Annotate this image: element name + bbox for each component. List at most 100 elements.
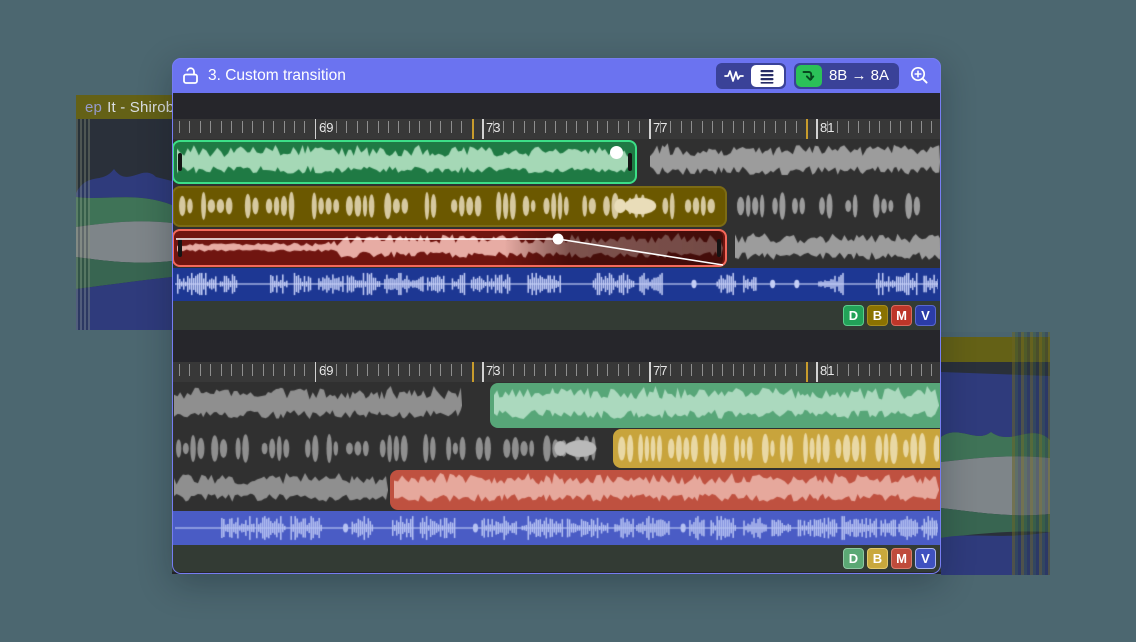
- ruler-tick: [566, 121, 567, 133]
- waveform: [177, 144, 632, 180]
- ruler-tick: [378, 364, 379, 376]
- ruler-tick: [911, 121, 912, 133]
- ruler-tick: [304, 364, 305, 376]
- stem-badge-drums[interactable]: D: [843, 305, 864, 326]
- ruler-tick: [785, 121, 786, 133]
- ruler-tick: [263, 121, 264, 133]
- ruler-tick: [576, 364, 577, 376]
- trim-handle-left[interactable]: [178, 153, 182, 171]
- stem-badge-melody[interactable]: M: [891, 548, 912, 569]
- ruler-tick: [931, 364, 932, 376]
- ruler-tick: [461, 121, 462, 133]
- ruler-tick: [200, 364, 201, 376]
- ruler-tick: [273, 121, 274, 133]
- stem-badge-vocals[interactable]: V: [915, 305, 936, 326]
- ruler-tick: [534, 364, 535, 376]
- ruler-tick: [691, 121, 692, 133]
- ruler-tick: [242, 364, 243, 376]
- ruler-tick: [869, 121, 870, 133]
- ruler-tick: [451, 121, 452, 133]
- unlock-icon: [182, 66, 199, 85]
- ruler-tick: [189, 364, 190, 376]
- ruler-tick: [284, 364, 285, 376]
- ruler-tick: [618, 121, 619, 133]
- dialog-header[interactable]: 3. Custom transition: [172, 58, 941, 93]
- trim-handle-right[interactable]: [628, 153, 632, 171]
- automation-point[interactable]: [610, 146, 623, 159]
- trim-handle-left[interactable]: [178, 239, 182, 257]
- stem-badge-bass[interactable]: B: [867, 305, 888, 326]
- stem-badge-bass[interactable]: B: [867, 548, 888, 569]
- deck1-timeline-ruler[interactable]: 69 73 77 81: [172, 119, 941, 139]
- waveform-view-button[interactable]: [718, 65, 751, 87]
- ruler-tick: [545, 121, 546, 133]
- ruler-tick: [649, 362, 651, 382]
- ruler-tick: [607, 364, 608, 376]
- stem-badge-vocals[interactable]: V: [915, 548, 936, 569]
- ruler-tick: [607, 121, 608, 133]
- ruler-tick: [806, 362, 808, 382]
- ruler-tick: [221, 121, 222, 133]
- ruler-tick: [566, 364, 567, 376]
- ruler-tick: [722, 364, 723, 376]
- ruler-tick: [587, 364, 588, 376]
- ruler-tick: [378, 121, 379, 133]
- ruler-tick: [430, 121, 431, 133]
- dialog-title: 3. Custom transition: [208, 67, 346, 85]
- background-track-overview-left: [76, 119, 172, 330]
- ruler-tick: [409, 121, 410, 133]
- ruler-tick: [263, 364, 264, 376]
- ruler-tick: [890, 121, 891, 133]
- zoom-in-button[interactable]: [907, 64, 931, 88]
- ruler-tick: [336, 364, 337, 376]
- ruler-tick: [670, 364, 671, 376]
- ruler-tick: [440, 364, 441, 376]
- waveform: [174, 431, 611, 466]
- waveform: [616, 431, 939, 466]
- ruler-tick: [587, 121, 588, 133]
- ruler-tick: [785, 364, 786, 376]
- ruler-tick: [513, 121, 514, 133]
- ruler-tick: [493, 121, 494, 133]
- ruler-tick: [931, 121, 932, 133]
- ruler-tick: [252, 121, 253, 133]
- ruler-tick: [200, 121, 201, 133]
- ruler-tick: [712, 121, 713, 133]
- stem-badge-melody[interactable]: M: [891, 305, 912, 326]
- overview-waveform-graphic: [941, 362, 1050, 575]
- ruler-tick: [545, 364, 546, 376]
- trim-handle-right[interactable]: [717, 239, 721, 257]
- ruler-tick: [702, 121, 703, 133]
- ruler-tick: [398, 364, 399, 376]
- ruler-tick: [409, 364, 410, 376]
- waveform: [650, 142, 940, 182]
- ruler-tick: [221, 364, 222, 376]
- ruler-tick: [231, 121, 232, 133]
- view-toggle-group: [716, 63, 786, 89]
- ruler-tick: [743, 121, 744, 133]
- ruler-tick: [482, 362, 484, 382]
- waveform: [174, 385, 462, 426]
- ruler-tick: [890, 364, 891, 376]
- deck2-stem-toggle-bar: D B M V: [172, 545, 941, 572]
- list-view-button[interactable]: [751, 65, 784, 87]
- deck2-timeline-ruler[interactable]: 69 73 77 81: [172, 362, 941, 382]
- arrow-down-right-icon: [801, 68, 816, 83]
- ruler-tick: [493, 364, 494, 376]
- ruler-tick: [900, 121, 901, 133]
- ruler-tick: [597, 121, 598, 133]
- ruler-tick: [419, 121, 420, 133]
- ruler-tick: [210, 121, 211, 133]
- waveform: [494, 385, 939, 426]
- ruler-tick: [858, 121, 859, 133]
- ruler-tick: [879, 364, 880, 376]
- stem-badge-drums[interactable]: D: [843, 548, 864, 569]
- ruler-tick: [743, 364, 744, 376]
- ruler-tick: [555, 121, 556, 133]
- ruler-tick: [252, 364, 253, 376]
- ruler-tick: [555, 364, 556, 376]
- waveform: [175, 513, 938, 543]
- ruler-tick: [639, 364, 640, 376]
- ruler-tick: [858, 364, 859, 376]
- key-shift-button[interactable]: [796, 65, 822, 87]
